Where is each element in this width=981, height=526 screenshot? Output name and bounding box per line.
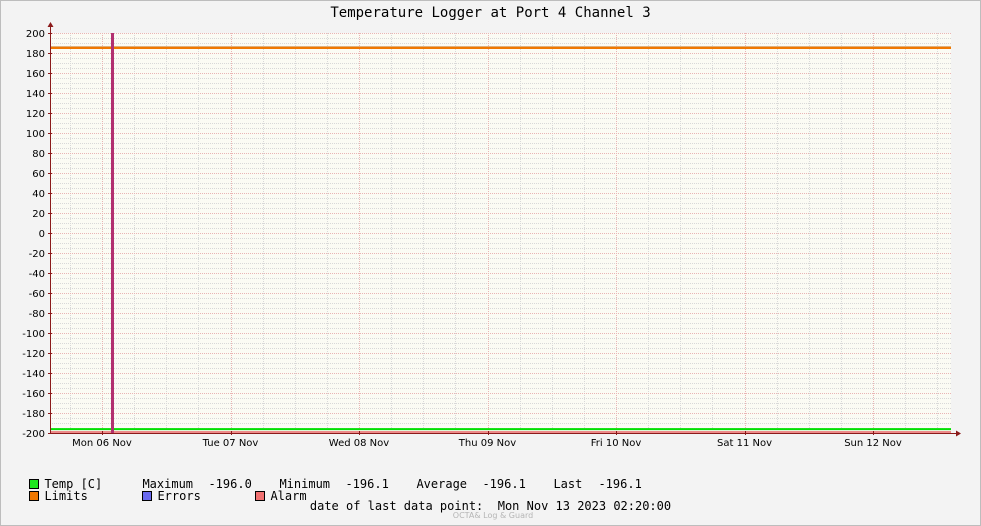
plot-area: 200180160140120100806040200-20-40-60-80-… xyxy=(22,22,961,449)
y-tick-label: -80 xyxy=(29,309,45,320)
y-tick-label: 120 xyxy=(26,109,45,120)
x-tick-label: Fri 10 Nov xyxy=(591,438,642,449)
x-tick-label: Sat 11 Nov xyxy=(717,438,772,449)
x-axis-arrow xyxy=(956,430,961,437)
y-tick-label: -120 xyxy=(22,349,45,360)
y-tick-label: 140 xyxy=(26,89,45,100)
x-tick-label: Thu 09 Nov xyxy=(458,438,516,449)
y-tick-label: -40 xyxy=(29,269,45,280)
average-value: -196.1 xyxy=(482,477,526,491)
y-tick-label: -200 xyxy=(22,429,45,440)
watermark: OCTA& Log & Guard xyxy=(452,511,534,520)
y-tick-label: 200 xyxy=(26,29,45,40)
average-label: Average xyxy=(416,477,468,491)
y-tick-label: -100 xyxy=(22,329,45,340)
y-tick-label: -140 xyxy=(22,369,45,380)
y-tick-label: 100 xyxy=(26,129,45,140)
last-value: -196.1 xyxy=(598,477,642,491)
y-tick-label: -20 xyxy=(29,249,45,260)
y-tick-label: -160 xyxy=(22,389,45,400)
minimum-value: -196.1 xyxy=(345,477,389,491)
x-tick-label: Sun 12 Nov xyxy=(844,438,902,449)
x-tick-label: Tue 07 Nov xyxy=(202,438,259,449)
y-tick-label: -60 xyxy=(29,289,45,300)
y-tick-label: 60 xyxy=(32,169,45,180)
x-tick-label: Mon 06 Nov xyxy=(72,438,132,449)
x-tick-label: Wed 08 Nov xyxy=(329,438,389,449)
y-tick-label: 160 xyxy=(26,69,45,80)
y-axis-arrow xyxy=(47,22,54,27)
y-tick-label: 20 xyxy=(32,209,45,220)
y-tick-label: 0 xyxy=(39,229,45,240)
y-tick-label: -180 xyxy=(22,409,45,420)
y-tick-label: 80 xyxy=(32,149,45,160)
y-tick-label: 180 xyxy=(26,49,45,60)
last-label: Last xyxy=(553,477,583,491)
y-tick-label: 40 xyxy=(32,189,45,200)
